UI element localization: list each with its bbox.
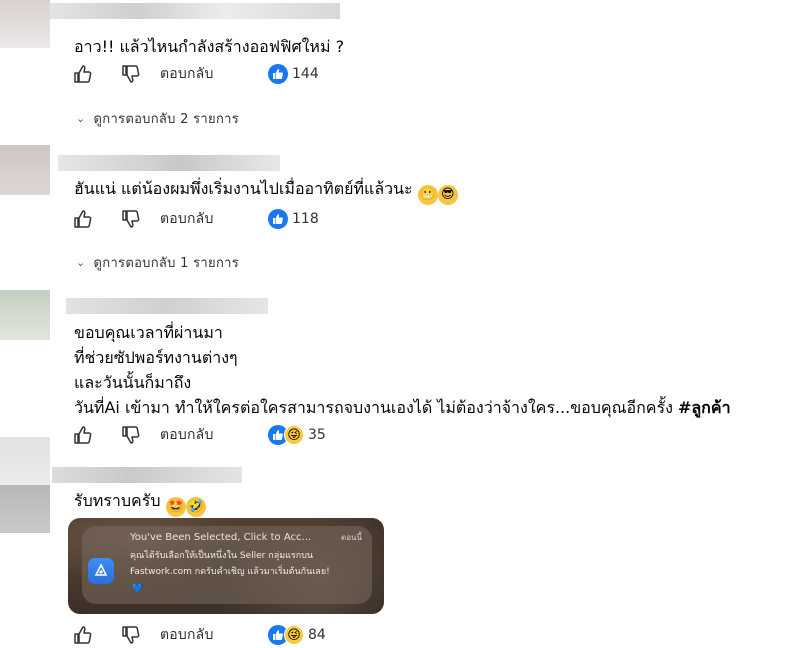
- thumbs-down-icon[interactable]: [120, 63, 142, 85]
- avatar[interactable]: [0, 145, 50, 195]
- reaction-summary[interactable]: 😜 35: [268, 422, 326, 448]
- grimace-emoji-icon: 😬: [417, 185, 438, 205]
- reply-button[interactable]: ตอบกลับ: [160, 208, 214, 230]
- comment-actions: ตอบกลับ: [72, 622, 214, 648]
- thumbs-down-icon[interactable]: [120, 624, 142, 646]
- sunglasses-emoji-icon: 😎: [437, 185, 458, 205]
- reaction-count: 84: [308, 627, 326, 643]
- thumbs-down-icon[interactable]: [120, 208, 142, 230]
- commenter-name[interactable]: [50, 3, 340, 19]
- star-struck-emoji-icon: 🤩: [165, 497, 186, 517]
- reaction-summary[interactable]: 😜 84: [268, 622, 326, 648]
- app-logo-icon: [88, 558, 114, 584]
- avatar[interactable]: [0, 437, 50, 485]
- commenter-name[interactable]: [58, 155, 280, 171]
- reaction-count: 144: [292, 66, 319, 82]
- comment-actions: ตอบกลับ: [72, 206, 214, 232]
- view-replies-label: ดูการตอบกลับ 2 รายการ: [93, 112, 240, 127]
- notification-body: คุณได้รับเลือกให้เป็นหนึ่งใน Seller กลุ่…: [130, 551, 330, 577]
- rofl-emoji-icon: 🤣: [185, 497, 206, 517]
- haha-reaction-icon: 😜: [284, 625, 304, 645]
- commenter-name[interactable]: [52, 467, 242, 483]
- comment-actions: ตอบกลับ: [72, 61, 214, 87]
- avatar[interactable]: [0, 290, 50, 340]
- thumbs-up-icon[interactable]: [72, 208, 94, 230]
- reply-button[interactable]: ตอบกลับ: [160, 424, 214, 446]
- comment-text: รับทราบครับ 🤩 🤣: [74, 488, 206, 517]
- comment-text: ฮันแน่ แต่น้องผมพึ่งเริ่มงานไปเมื่ออาทิต…: [74, 176, 458, 205]
- avatar[interactable]: [0, 485, 50, 533]
- attached-image[interactable]: You've Been Selected, Click to Acc... ตอ…: [68, 518, 384, 614]
- comment-text: ขอบคุณเวลาที่ผ่านมา ที่ช่วยซัปพอร์ทงานต่…: [74, 323, 731, 417]
- thumbs-up-icon[interactable]: [72, 63, 94, 85]
- chevron-down-icon: ⌄: [76, 256, 86, 269]
- like-reaction-icon: [268, 64, 288, 84]
- avatar[interactable]: [0, 0, 50, 48]
- notification-title: You've Been Selected, Click to Acc...: [130, 532, 312, 543]
- notification-time: ตอนนี้: [341, 533, 362, 542]
- haha-reaction-icon: 😜: [284, 425, 304, 445]
- heart-icon: 💙: [132, 584, 144, 594]
- reply-button[interactable]: ตอบกลับ: [160, 624, 214, 646]
- reaction-count: 118: [292, 211, 319, 227]
- comment-text: อาว!! แล้วไหนกำลังสร้างออฟฟิศใหม่ ?: [74, 37, 345, 56]
- reply-button[interactable]: ตอบกลับ: [160, 63, 214, 85]
- thumbs-down-icon[interactable]: [120, 424, 142, 446]
- hashtag-link[interactable]: #ลูกค้า: [678, 398, 731, 417]
- thumbs-up-icon[interactable]: [72, 624, 94, 646]
- like-reaction-icon: [268, 209, 288, 229]
- reaction-summary[interactable]: 118: [268, 206, 319, 232]
- reaction-summary[interactable]: 144: [268, 61, 319, 87]
- reaction-count: 35: [308, 427, 326, 443]
- view-replies-label: ดูการตอบกลับ 1 รายการ: [93, 256, 240, 271]
- view-replies-link[interactable]: ⌄ ดูการตอบกลับ 2 รายการ: [76, 108, 239, 129]
- chevron-down-icon: ⌄: [76, 112, 86, 125]
- view-replies-link[interactable]: ⌄ ดูการตอบกลับ 1 รายการ: [76, 252, 239, 273]
- thumbs-up-icon[interactable]: [72, 424, 94, 446]
- commenter-name[interactable]: [66, 298, 268, 314]
- comment-actions: ตอบกลับ: [72, 422, 214, 448]
